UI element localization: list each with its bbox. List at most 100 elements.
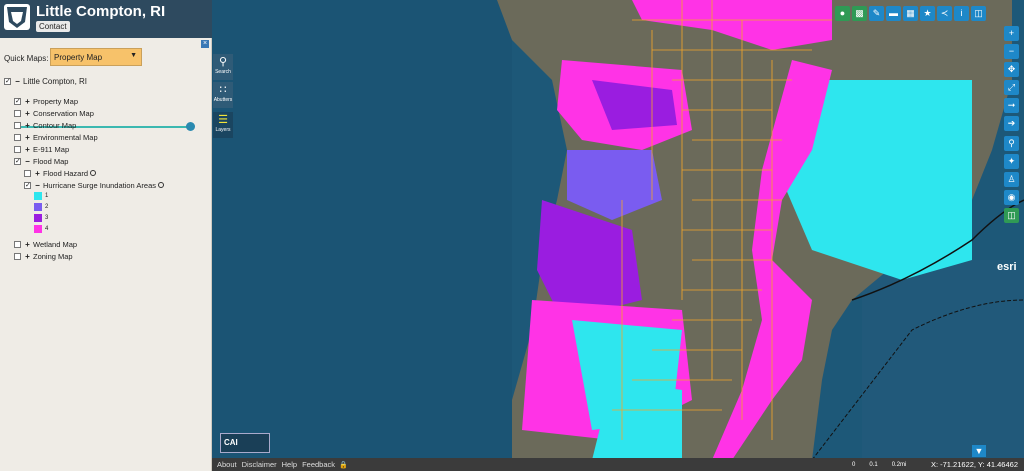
layer-item-hurricane-surge[interactable]: ✓ − Hurricane Surge Inundation Areas — [24, 180, 164, 190]
grid-icon: ∷ — [219, 84, 227, 96]
layer-label: Hurricane Surge Inundation Areas — [43, 180, 156, 190]
map-canvas[interactable] — [212, 0, 1024, 460]
pencil-icon[interactable]: ✎ — [869, 6, 884, 21]
legend-swatch-4 — [34, 225, 42, 233]
grid-view-icon[interactable]: ▦ — [903, 6, 918, 21]
map-toolbar: ● ▩ ✎ ▬ ▦ ★ ≺ i ◫ — [835, 6, 986, 21]
abutters-tool-button[interactable]: ∷ Abutters — [213, 82, 233, 108]
tool-label: Abutters — [213, 97, 233, 103]
legend-swatch-2 — [34, 203, 42, 211]
expand-icon[interactable]: + — [24, 252, 31, 261]
search-icon: ⚲ — [218, 56, 228, 68]
basemap-icon[interactable]: ▩ — [852, 6, 867, 21]
layer-sidebar: × Quick Maps: Property Map ▼ ✓ − Little … — [0, 38, 212, 471]
next-extent-icon[interactable]: ➞ — [1004, 98, 1019, 113]
full-extent-icon[interactable]: ⤢ — [1004, 80, 1019, 95]
layer-item-wetland-map[interactable]: + Wetland Map — [14, 239, 77, 249]
layer-label: Flood Map — [33, 156, 69, 166]
expand-icon[interactable]: + — [24, 109, 31, 118]
print-map-icon[interactable]: ◫ — [1004, 208, 1019, 223]
tool-label: Search — [215, 69, 231, 75]
layer-root-checkbox[interactable]: ✓ — [4, 77, 11, 85]
layer-label: Zoning Map — [33, 251, 73, 261]
user-icon[interactable]: ● — [835, 6, 850, 21]
expand-icon[interactable]: + — [24, 121, 31, 130]
scale-bar: 0 0.1 0.2mi — [852, 458, 906, 471]
tool-label: Layers — [215, 127, 231, 133]
globe-icon[interactable]: ◉ — [1004, 190, 1019, 205]
layer-item-property-map[interactable]: ✓ + Property Map — [14, 96, 78, 106]
print-icon[interactable]: ◫ — [971, 6, 986, 21]
expand-icon[interactable]: + — [24, 240, 31, 249]
layer-root-row[interactable]: ✓ − Little Compton, RI — [4, 76, 87, 86]
star-icon[interactable]: ★ — [920, 6, 935, 21]
legend-label: 2 — [45, 204, 49, 210]
expand-icon[interactable]: + — [34, 169, 41, 178]
about-link[interactable]: About — [217, 460, 237, 469]
layer-checkbox[interactable] — [14, 109, 21, 117]
scale-label: 0.1 — [869, 461, 878, 468]
previous-extent-icon[interactable]: ➔ — [1004, 116, 1019, 131]
locate-icon[interactable]: ✦ — [1004, 154, 1019, 169]
layer-checkbox[interactable] — [14, 121, 21, 129]
app-header: Little Compton, RI Contact — [0, 0, 212, 38]
layer-item-zoning-map[interactable]: + Zoning Map — [14, 251, 73, 261]
contact-button[interactable]: Contact — [36, 21, 70, 32]
footer-bar: About Disclaimer Help Feedback 🔒 0 0.1 0… — [212, 458, 1024, 471]
help-link[interactable]: Help — [282, 460, 297, 469]
layer-checkbox[interactable]: ✓ — [24, 181, 31, 189]
collapse-icon[interactable]: − — [34, 181, 41, 190]
expand-icon[interactable]: + — [24, 145, 31, 154]
measure-icon[interactable]: ▬ — [886, 6, 901, 21]
layer-checkbox[interactable]: ✓ — [14, 97, 21, 105]
expand-icon[interactable]: + — [24, 97, 31, 106]
scale-label: 0.2mi — [891, 461, 907, 468]
layer-checkbox[interactable] — [24, 169, 31, 177]
quick-maps-label: Quick Maps: — [4, 54, 49, 63]
feedback-link[interactable]: Feedback — [302, 460, 335, 469]
zoom-box-icon[interactable]: ⚲ — [1004, 136, 1019, 151]
disclaimer-link[interactable]: Disclaimer — [242, 460, 277, 469]
layer-label: Contour Map — [33, 120, 77, 130]
collapse-icon[interactable]: − — [14, 77, 21, 86]
legend-swatch-3 — [34, 214, 42, 222]
layer-checkbox[interactable] — [14, 145, 21, 153]
layers-tool-button[interactable]: ☰ Layers — [213, 112, 233, 138]
person-icon[interactable]: ♙ — [1004, 172, 1019, 187]
layer-label: Flood Hazard — [43, 168, 89, 178]
layer-label: Environmental Map — [33, 132, 98, 142]
info-icon[interactable]: i — [954, 6, 969, 21]
legend-swatch-1 — [34, 192, 42, 200]
layer-item-environmental-map[interactable]: + Environmental Map — [14, 132, 98, 142]
share-icon[interactable]: ≺ — [937, 6, 952, 21]
chevron-down-icon[interactable]: ▼ — [972, 445, 986, 457]
quick-maps-select[interactable]: Property Map ▼ — [50, 48, 142, 66]
cai-logo: CAI — [220, 433, 270, 453]
legend-label: 1 — [45, 193, 49, 199]
layer-checkbox[interactable] — [14, 133, 21, 141]
layer-item-conservation-map[interactable]: + Conservation Map — [14, 108, 94, 118]
layer-label: Wetland Map — [33, 239, 78, 249]
app: Little Compton, RI Contact × Quick Maps:… — [0, 0, 1024, 471]
layer-checkbox[interactable] — [14, 252, 21, 260]
info-icon[interactable] — [158, 182, 164, 188]
layer-item-contour-map[interactable]: + Contour Map — [14, 120, 76, 130]
opacity-slider-handle[interactable] — [186, 122, 195, 131]
pan-icon[interactable]: ✥ — [1004, 62, 1019, 77]
layer-item-flood-map[interactable]: ✓ − Flood Map — [14, 156, 68, 166]
coordinates-readout: X: -71.21622, Y: 41.46462 — [930, 460, 1018, 469]
zoom-in-icon[interactable]: + — [1004, 26, 1019, 41]
zoom-out-icon[interactable]: − — [1004, 44, 1019, 59]
expand-icon[interactable]: + — [24, 133, 31, 142]
layer-checkbox[interactable] — [14, 240, 21, 248]
layers-icon: ☰ — [218, 114, 228, 126]
layer-checkbox[interactable]: ✓ — [14, 157, 21, 165]
info-icon[interactable] — [90, 170, 97, 176]
legend-label: 4 — [45, 226, 49, 232]
layer-item-flood-hazard[interactable]: + Flood Hazard — [24, 168, 97, 178]
search-tool-button[interactable]: ⚲ Search — [213, 54, 233, 80]
collapse-icon[interactable]: − — [24, 157, 31, 166]
close-sidebar-icon[interactable]: × — [201, 40, 209, 48]
app-title: Little Compton, RI — [36, 3, 166, 20]
layer-item-e911-map[interactable]: + E-911 Map — [14, 144, 69, 154]
